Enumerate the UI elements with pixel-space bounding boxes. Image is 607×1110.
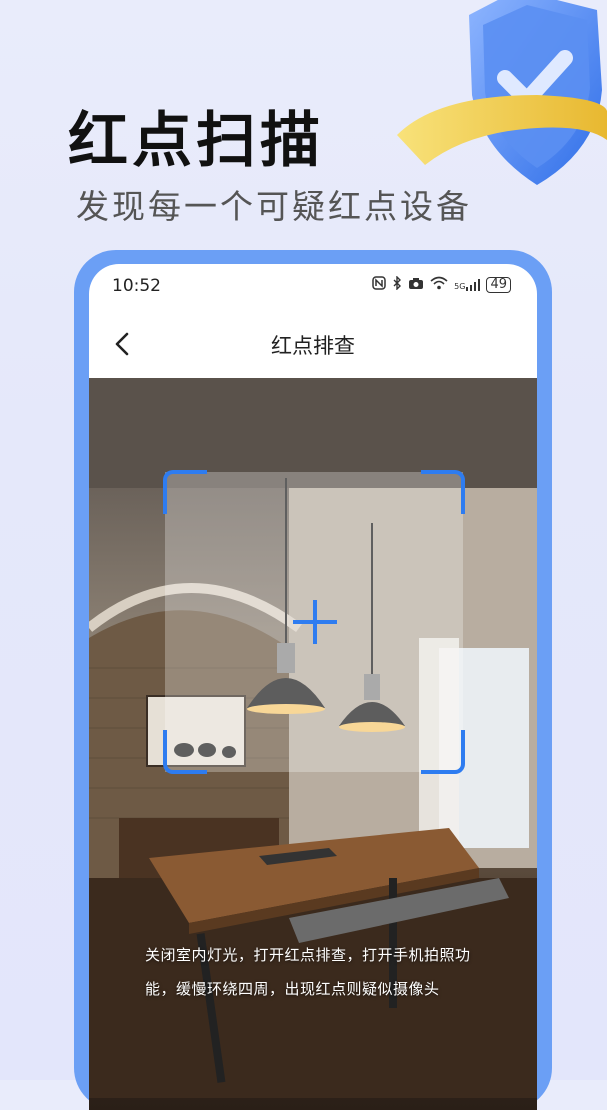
crosshair-icon bbox=[293, 600, 337, 644]
scan-corner bbox=[163, 470, 207, 514]
phone-screen: 10:52 5G 49 红点排查 关闭室内灯光，打开红点排查，打开手机拍照功能，… bbox=[89, 264, 537, 1110]
scan-corner bbox=[163, 730, 207, 774]
phone-frame: 10:52 5G 49 红点排查 关闭室内灯光，打开红点排查，打开手机拍照功能，… bbox=[74, 250, 552, 1110]
hero-title: 红点扫描 bbox=[68, 106, 324, 176]
signal-5g-icon: 5G bbox=[454, 279, 481, 291]
instruction-text: 关闭室内灯光，打开红点排查，打开手机拍照功能，缓慢环绕四周，出现红点则疑似摄像头 bbox=[145, 946, 471, 998]
scan-corner bbox=[421, 730, 465, 774]
nfc-icon bbox=[372, 276, 386, 294]
status-icons: 5G 49 bbox=[372, 275, 511, 294]
nav-bar: 红点排查 bbox=[89, 310, 537, 378]
camera-icon bbox=[408, 277, 424, 294]
camera-preview[interactable]: 关闭室内灯光，打开红点排查，打开手机拍照功能，缓慢环绕四周，出现红点则疑似摄像头 bbox=[89, 378, 537, 1110]
wifi-icon bbox=[430, 276, 448, 294]
signal-label: 5G bbox=[454, 282, 466, 291]
page-title: 红点排查 bbox=[271, 334, 355, 358]
status-time: 10:52 bbox=[112, 276, 161, 296]
shield-check-icon bbox=[397, 0, 607, 200]
scan-frame bbox=[163, 470, 465, 774]
status-bar: 10:52 5G 49 bbox=[89, 264, 537, 310]
scan-corner bbox=[421, 470, 465, 514]
battery-indicator: 49 bbox=[486, 277, 511, 293]
bluetooth-icon bbox=[392, 275, 402, 294]
